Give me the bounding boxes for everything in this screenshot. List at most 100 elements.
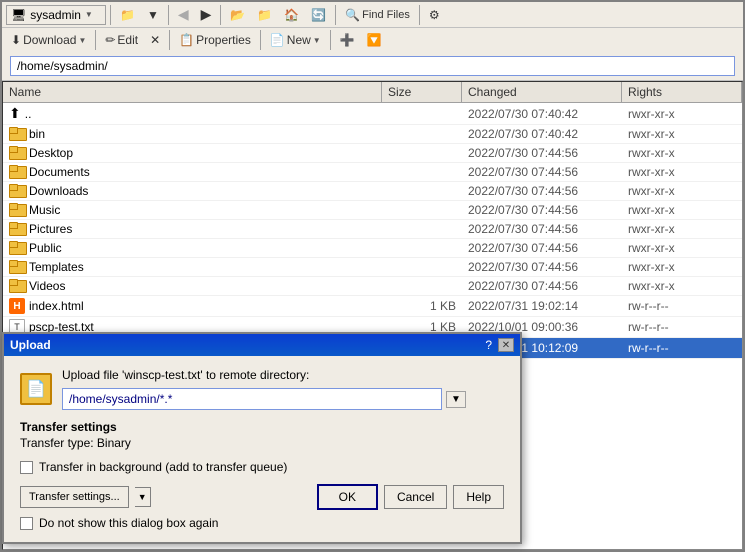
file-changed-cell: 2022/07/30 07:44:56 [462,163,622,181]
folder3-btn[interactable]: 📁 [252,5,277,25]
file-name: Pictures [29,222,72,236]
file-name-cell: ⬆ .. [3,103,382,124]
dialog-help-icon[interactable]: ? [485,338,492,352]
table-row[interactable]: ⬆ .. 2022/07/30 07:40:42 rwxr-xr-x [3,103,742,125]
open-folder-btn[interactable]: 📁 [115,5,140,25]
delete-icon: ✕ [150,33,160,47]
new-label: New [287,33,311,47]
table-row[interactable]: Videos 2022/07/30 07:44:56 rwxr-xr-x [3,277,742,296]
delete-btn[interactable]: ✕ [145,30,165,50]
folder-icon [9,260,25,274]
background-transfer-label: Transfer in background (add to transfer … [39,460,287,474]
dialog-close-btn[interactable]: ✕ [498,338,514,352]
folder-icon [9,279,25,293]
file-name: index.html [29,299,84,313]
file-name-cell: H index.html [3,296,382,316]
address-bar[interactable]: /home/sysadmin/ [10,56,735,76]
table-row[interactable]: Downloads 2022/07/30 07:44:56 rwxr-xr-x [3,182,742,201]
session-combo[interactable]: 🖥 sysadmin ▼ [6,5,106,25]
separator4 [335,5,336,25]
file-rights-cell: rwxr-xr-x [622,163,742,181]
separator2 [168,5,169,25]
file-name: bin [29,127,45,141]
transfer-settings-dropdown-btn[interactable]: ▼ [135,487,151,507]
table-row[interactable]: Desktop 2022/07/30 07:44:56 rwxr-xr-x [3,144,742,163]
dialog-path-dropdown-btn[interactable]: ▼ [446,391,466,408]
file-rights-cell: rwxr-xr-x [622,220,742,238]
table-row[interactable]: bin 2022/07/30 07:40:42 rwxr-xr-x [3,125,742,144]
extra-btn[interactable]: ⚙ [424,5,445,25]
file-name: Desktop [29,146,73,160]
file-name-cell: bin [3,125,382,143]
dialog-title: Upload [10,338,51,352]
file-name: Templates [29,260,84,274]
table-row[interactable]: Pictures 2022/07/30 07:44:56 rwxr-xr-x [3,220,742,239]
home-btn[interactable]: 🏠 [279,5,304,25]
filter-icon: ▼ [147,8,159,22]
file-changed-cell: 2022/07/30 07:40:42 [462,125,622,143]
filter-btn[interactable]: ▼ [142,5,164,25]
file-changed-cell: 2022/07/31 19:02:14 [462,296,622,316]
back-btn[interactable]: ◀ [173,4,194,25]
forward-btn[interactable]: ▶ [196,4,217,25]
file-changed-cell: 2022/07/30 07:40:42 [462,103,622,124]
file-list-header: Name Size Changed Rights [3,82,742,103]
edit-label: Edit [117,33,138,47]
header-rights[interactable]: Rights [622,82,742,102]
file-size-cell [382,182,462,200]
file-name-cell: Videos [3,277,382,295]
dialog-path-input[interactable] [62,388,442,410]
dialog-buttons-row: Transfer settings... ▼ OK Cancel Help [20,484,504,510]
no-show-row: Do not show this dialog box again [20,516,504,530]
file-changed-cell: 2022/07/30 07:44:56 [462,144,622,162]
edit-icon: ✏ [105,33,115,47]
header-name[interactable]: Name [3,82,382,102]
filter2-btn[interactable]: 🔽 [362,30,387,50]
download-btn[interactable]: ⬇ Download ▼ [6,30,91,50]
table-row[interactable]: H index.html 1 KB 2022/07/31 19:02:14 rw… [3,296,742,317]
home-icon: 🏠 [284,8,299,22]
file-size-cell [382,258,462,276]
transfer-settings-btn[interactable]: Transfer settings... [20,486,129,508]
help-btn[interactable]: Help [453,485,504,509]
sep7 [169,30,170,50]
file-rights-cell: rw-r--r-- [622,317,742,337]
new-btn[interactable]: 📄 New ▼ [265,30,326,50]
folder2-btn[interactable]: 📂 [225,5,250,25]
find-files-btn[interactable]: 🔍 Find Files [340,5,415,25]
dialog-content: 📄 Upload file 'winscp-test.txt' to remot… [4,356,520,542]
folder-icon [9,165,25,179]
table-row[interactable]: Documents 2022/07/30 07:44:56 rwxr-xr-x [3,163,742,182]
header-size[interactable]: Size [382,82,462,102]
file-size-cell [382,103,462,124]
separator1 [110,5,111,25]
table-row[interactable]: Music 2022/07/30 07:44:56 rwxr-xr-x [3,201,742,220]
properties-btn[interactable]: 📋 Properties [174,30,256,50]
sep9 [330,30,331,50]
refresh-icon: 🔄 [311,8,326,22]
file-name: .. [25,107,32,121]
file-name: Documents [29,165,90,179]
background-transfer-checkbox[interactable] [20,461,33,474]
session-dropdown-arrow: ▼ [85,10,93,19]
parent-icon: ⬆ [9,105,21,122]
html-file-icon: H [9,298,25,314]
toolbar-row2: ⬇ Download ▼ ✏ Edit ✕ 📋 Properties 📄 New… [2,28,743,52]
table-row[interactable]: Public 2022/07/30 07:44:56 rwxr-xr-x [3,239,742,258]
cancel-btn[interactable]: Cancel [384,485,447,509]
edit-btn[interactable]: ✏ Edit [100,30,143,50]
file-name: Videos [29,279,65,293]
file-size-cell [382,277,462,295]
file-rights-cell: rwxr-xr-x [622,201,742,219]
table-row[interactable]: Templates 2022/07/30 07:44:56 rwxr-xr-x [3,258,742,277]
refresh-btn[interactable]: 🔄 [306,5,331,25]
file-rows-container: ⬆ .. 2022/07/30 07:40:42 rwxr-xr-x bin 2… [3,103,742,359]
no-show-checkbox[interactable] [20,517,33,530]
add-btn[interactable]: ➕ [335,30,360,50]
file-rights-cell: rwxr-xr-x [622,277,742,295]
folder-icon [9,203,25,217]
dialog-upload-label: Upload file 'winscp-test.txt' to remote … [62,368,466,382]
header-changed[interactable]: Changed [462,82,622,102]
ok-btn[interactable]: OK [317,484,378,510]
file-rights-cell: rwxr-xr-x [622,182,742,200]
